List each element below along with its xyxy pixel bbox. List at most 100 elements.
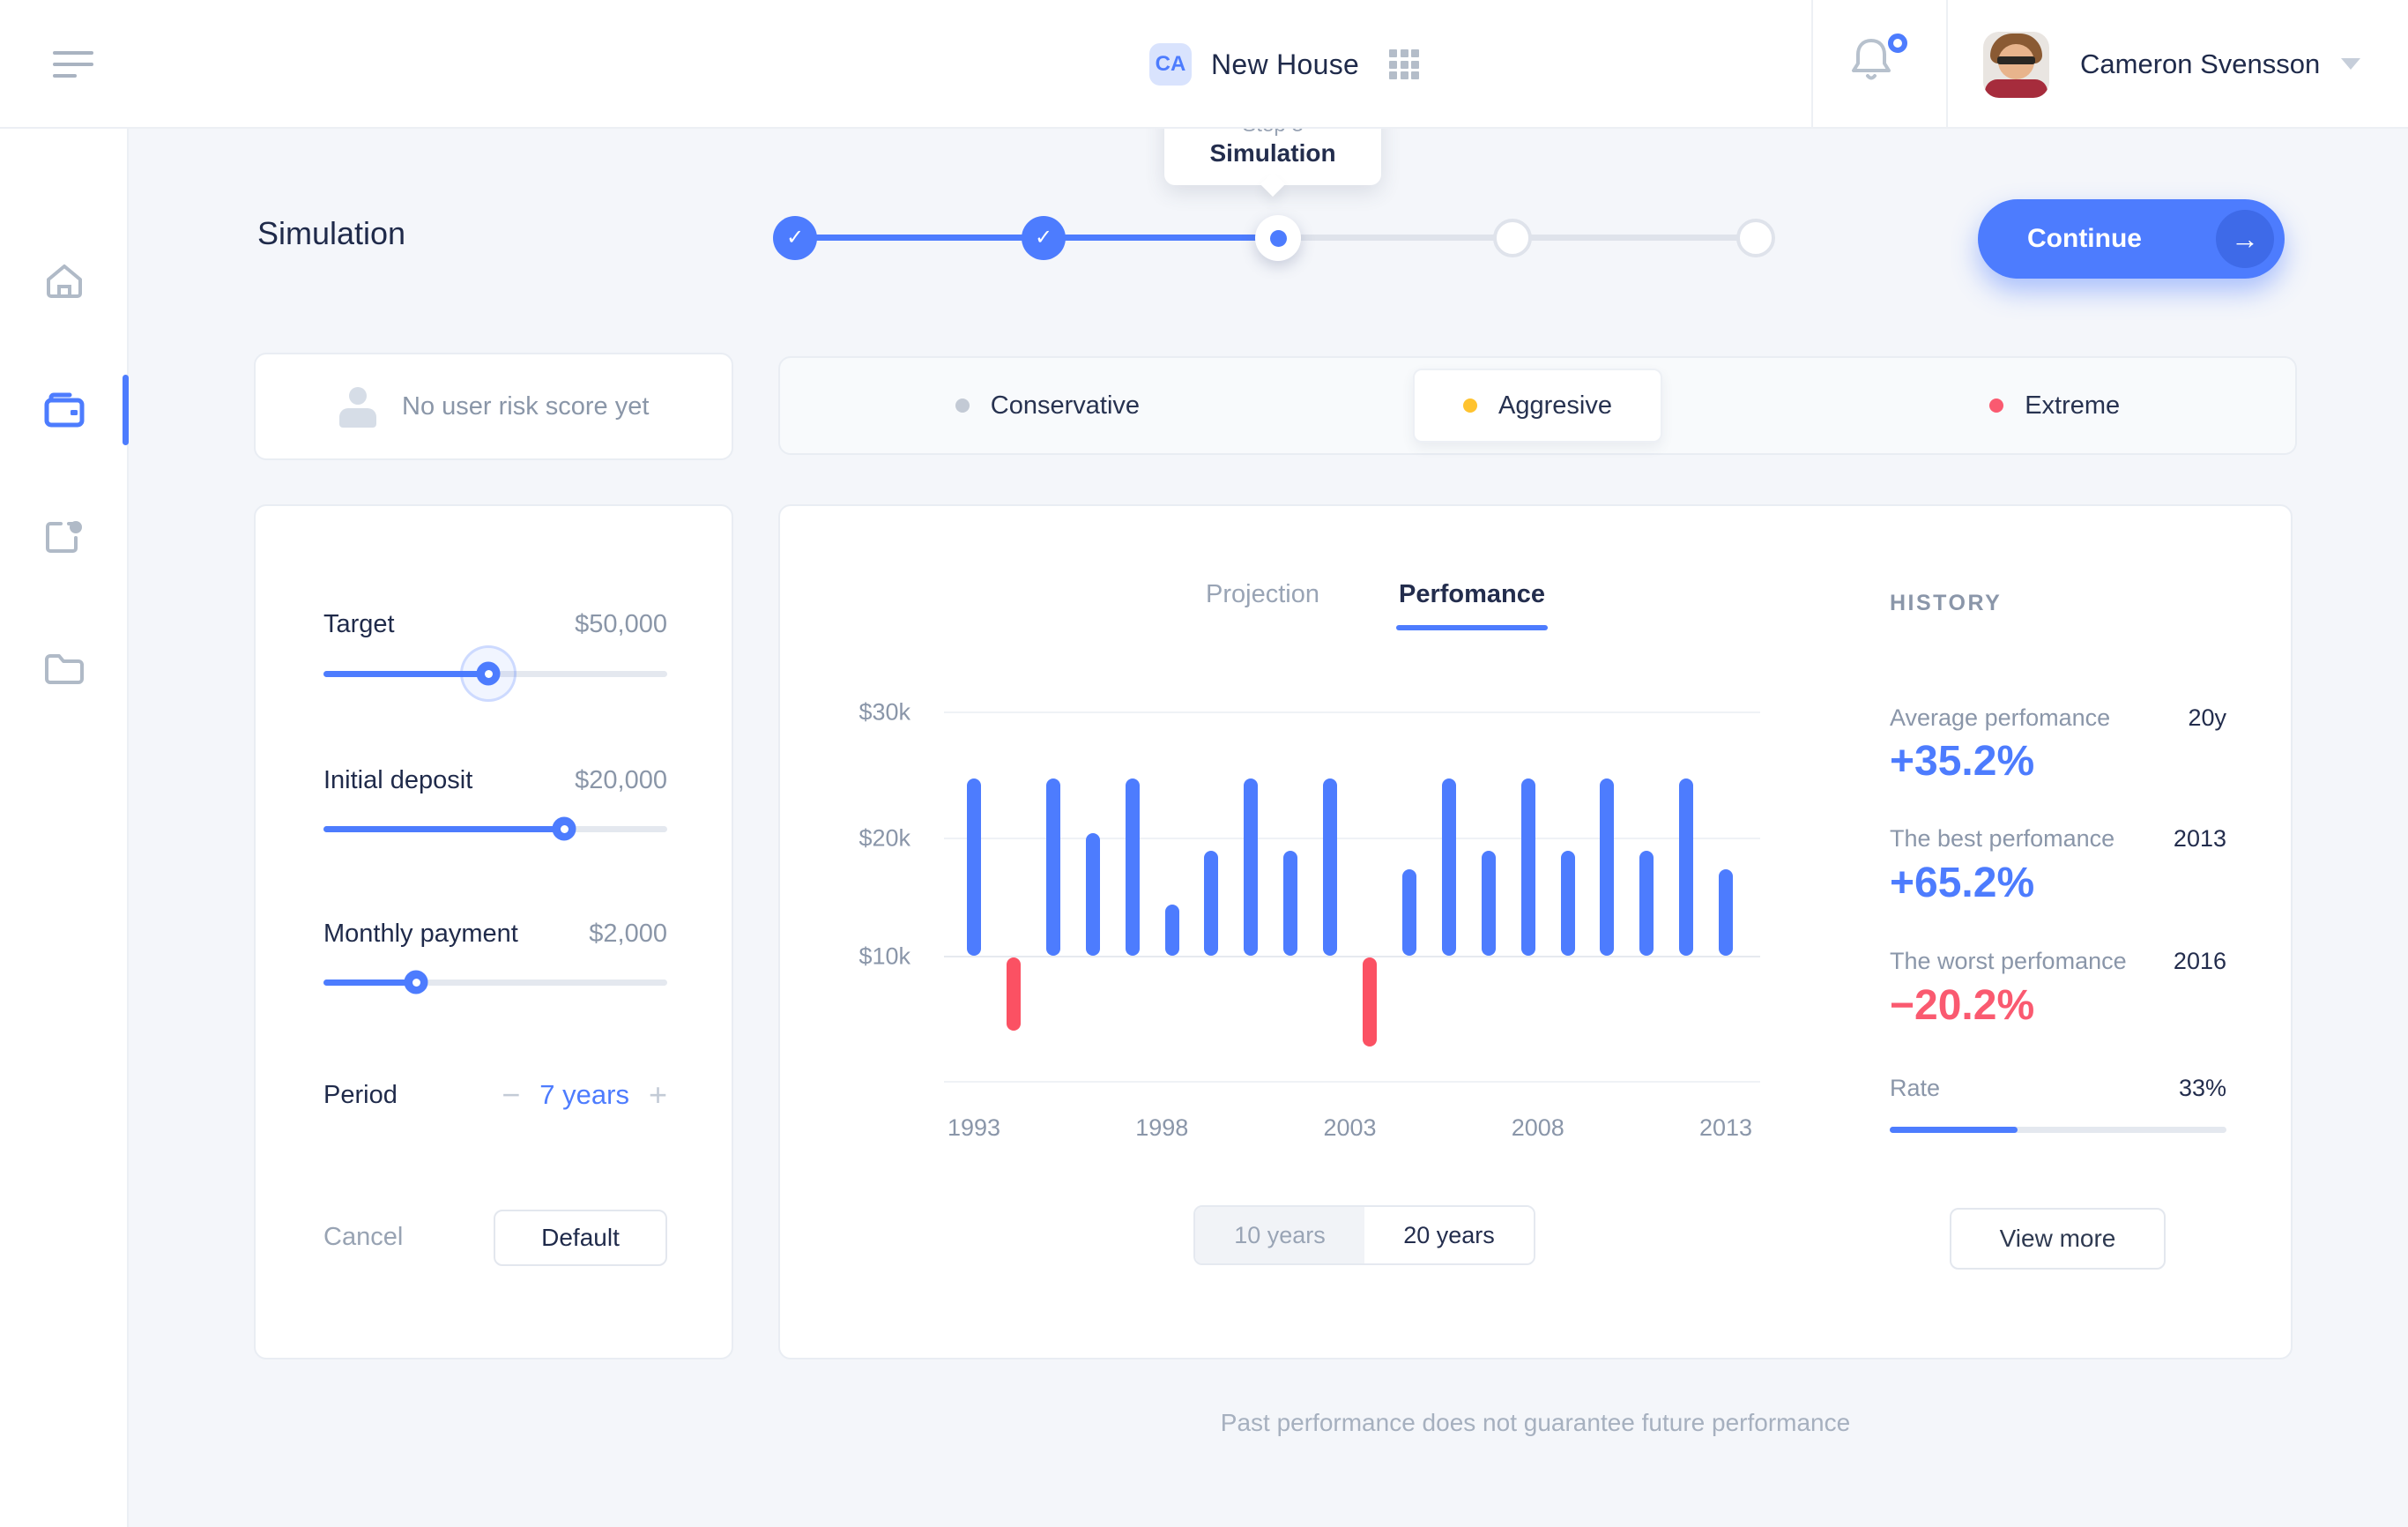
top-header: CA New House Cameron Svensson: [0, 0, 2408, 129]
stepper-step-2[interactable]: ✓: [1022, 216, 1066, 260]
chart-bar: [1679, 778, 1693, 956]
chart-bar: [1600, 778, 1614, 956]
risk-option-aggresive[interactable]: Aggresive: [1413, 369, 1662, 443]
chart-range-toggle: 10 years 20 years: [1193, 1205, 1535, 1265]
chart-bar: [1323, 778, 1337, 956]
x-axis-label: 1998: [1109, 1114, 1215, 1142]
chart-bar: [1165, 905, 1179, 956]
stepper-step-1[interactable]: ✓: [773, 216, 817, 260]
risk-option-conservative[interactable]: Conservative: [929, 369, 1166, 443]
chevron-down-icon[interactable]: [2341, 58, 2360, 70]
sidebar-item-home[interactable]: [0, 238, 129, 323]
rate-value: 33%: [2179, 1075, 2226, 1102]
history-item-tag: 2016: [2174, 948, 2226, 975]
simulation-settings-card: Target $50,000 Initial deposit $20,000 M…: [254, 504, 733, 1359]
chart-bar: [1046, 778, 1060, 956]
chart-bar: [1007, 957, 1021, 1031]
page-title: Simulation: [257, 215, 405, 252]
chart-bar: [1086, 833, 1100, 956]
monthly-payment-slider[interactable]: [323, 965, 667, 1000]
target-row: Target $50,000: [323, 610, 667, 639]
sidebar: [0, 0, 129, 1527]
x-axis-line: [944, 1081, 1760, 1083]
chart-bar: [1442, 778, 1456, 956]
apps-grid-icon[interactable]: [1389, 49, 1419, 79]
project-switcher[interactable]: CA New House: [1149, 0, 1419, 129]
app-root: CA New House Cameron Svensson: [0, 0, 2408, 1527]
period-increase-button[interactable]: +: [649, 1079, 667, 1111]
gridline-20k: [944, 838, 1760, 839]
rate-row: Rate 33%: [1890, 1075, 2226, 1102]
toggle-10-years[interactable]: 10 years: [1195, 1207, 1364, 1263]
history-item-value: −20.2%: [1890, 981, 2034, 1030]
folder-icon: [44, 652, 85, 685]
check-icon: ✓: [1035, 227, 1052, 249]
stepper-step-5[interactable]: [1736, 219, 1775, 257]
gridline-10k-baseline: [944, 956, 1760, 957]
risk-option-label: Extreme: [2025, 391, 2120, 421]
x-axis-label: 2008: [1485, 1114, 1591, 1142]
check-icon: ✓: [786, 227, 804, 249]
continue-button[interactable]: Continue →: [1978, 199, 2285, 279]
view-more-button[interactable]: View more: [1950, 1208, 2166, 1270]
tab-label: Projection: [1199, 580, 1327, 609]
disclaimer-text: Past performance does not guarantee futu…: [778, 1409, 2293, 1437]
active-tab-underline: [1396, 625, 1548, 630]
user-menu[interactable]: Cameron Svensson: [2080, 0, 2320, 129]
history-row: Average perfomance 20y: [1890, 704, 2226, 732]
chart-bar: [1244, 778, 1258, 956]
sidebar-item-portfolio[interactable]: [0, 368, 129, 452]
x-axis-label: 2013: [1673, 1114, 1779, 1142]
chart-bar: [1521, 778, 1535, 956]
monthly-payment-row: Monthly payment $2,000: [323, 920, 667, 949]
chart-bar: [1204, 851, 1218, 956]
history-title: HISTORY: [1890, 591, 2002, 616]
slider-thumb[interactable]: [405, 971, 428, 994]
risk-option-label: Conservative: [991, 391, 1140, 421]
continue-label: Continue: [2027, 224, 2142, 254]
notification-dot: [1888, 34, 1907, 53]
user-icon: [338, 387, 377, 426]
chart-bar: [1561, 851, 1575, 956]
initial-deposit-slider[interactable]: [323, 811, 667, 846]
chart-bar: [1719, 869, 1733, 956]
y-axis-label: $20k: [812, 825, 910, 853]
avatar[interactable]: [1983, 32, 2049, 98]
period-stepper: − 7 years +: [502, 1079, 667, 1111]
period-decrease-button[interactable]: −: [502, 1079, 520, 1111]
chart-bar: [1402, 869, 1416, 956]
rate-label: Rate: [1890, 1075, 1940, 1102]
notifications-button[interactable]: [1851, 34, 1907, 97]
chart-bar: [1363, 957, 1377, 1047]
chart-bar: [1639, 851, 1654, 956]
history-item-value: +35.2%: [1890, 737, 2034, 786]
radio-dot: [1463, 399, 1477, 413]
slider-thumb[interactable]: [553, 817, 576, 841]
wallet-icon: [44, 392, 85, 428]
toggle-20-years[interactable]: 20 years: [1364, 1207, 1534, 1263]
y-axis-label: $10k: [812, 943, 910, 971]
history-item-label: The best perfomance: [1890, 825, 2114, 853]
history-row: The best perfomance 2013: [1890, 825, 2226, 853]
tab-projection[interactable]: Projection: [1199, 580, 1327, 609]
sidebar-item-reports[interactable]: [0, 495, 129, 579]
risk-option-label: Aggresive: [1498, 391, 1612, 421]
target-slider[interactable]: [323, 656, 667, 691]
tab-perfomance[interactable]: Perfomance: [1396, 580, 1548, 630]
menu-icon[interactable]: [53, 49, 95, 79]
risk-option-extreme[interactable]: Extreme: [1963, 369, 2146, 443]
stepper-step-3[interactable]: [1255, 215, 1301, 261]
stepper-step-4[interactable]: [1493, 219, 1532, 257]
monthly-payment-label: Monthly payment: [323, 920, 518, 949]
history-item-label: The worst perfomance: [1890, 948, 2127, 975]
risk-score-card: No user risk score yet: [254, 353, 733, 460]
sidebar-item-files[interactable]: [0, 626, 129, 711]
period-label: Period: [323, 1081, 398, 1110]
cancel-button[interactable]: Cancel: [323, 1223, 403, 1252]
slider-thumb[interactable]: [477, 662, 501, 686]
home-icon: [45, 262, 84, 299]
tooltip-step-label: Simulation: [1164, 139, 1381, 168]
default-button[interactable]: Default: [494, 1210, 667, 1266]
initial-deposit-row: Initial deposit $20,000: [323, 766, 667, 795]
period-value: 7 years: [539, 1079, 629, 1111]
